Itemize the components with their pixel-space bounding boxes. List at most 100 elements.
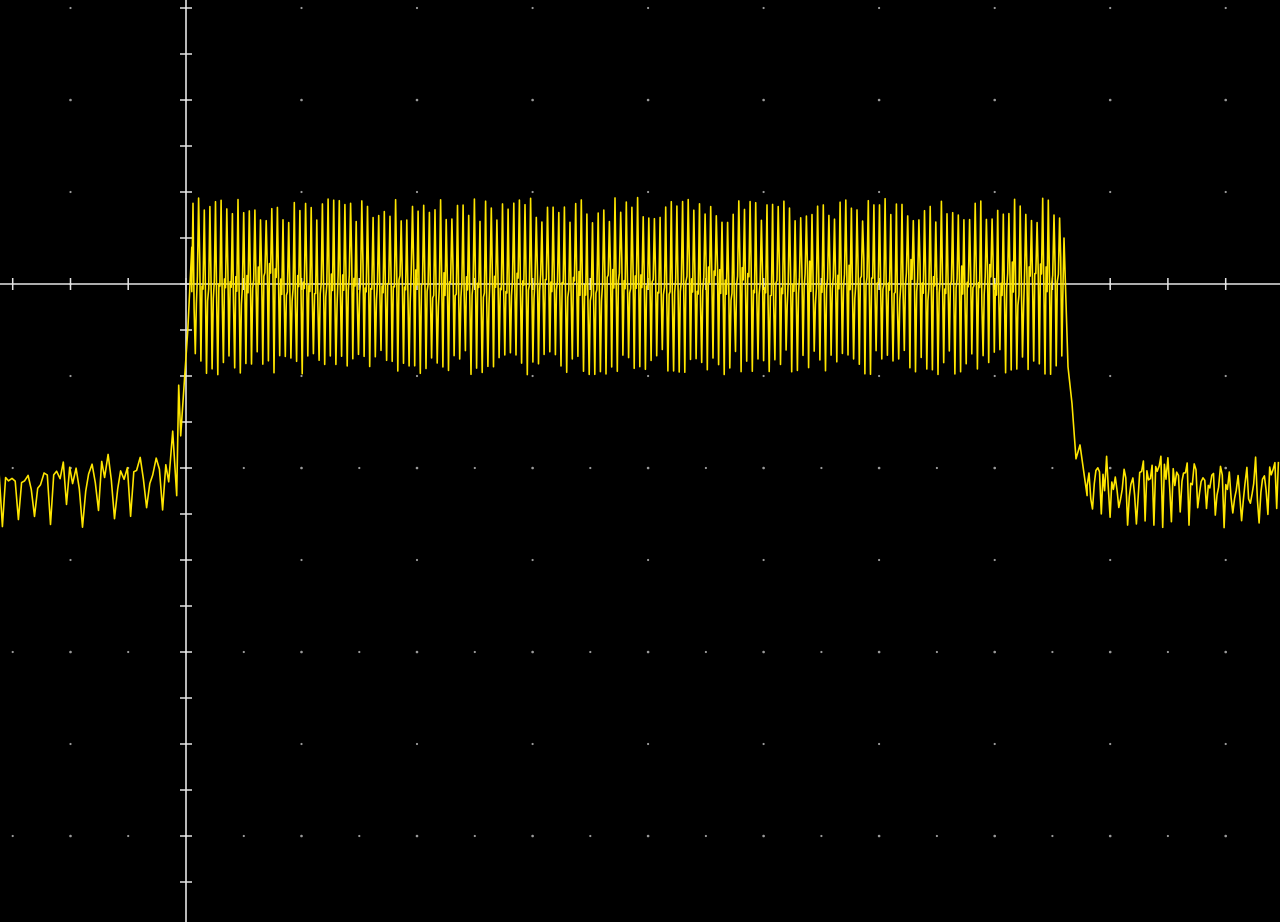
grid-dot xyxy=(820,650,823,654)
grid-dot xyxy=(647,190,650,194)
grid-dot xyxy=(242,834,245,838)
grid-dot xyxy=(878,374,881,378)
grid-dot xyxy=(415,834,419,838)
grid-dot xyxy=(1224,466,1227,470)
grid-dot xyxy=(877,98,881,102)
grid-dot xyxy=(1109,558,1112,562)
grid-dot xyxy=(993,466,996,470)
grid-dot xyxy=(878,466,881,470)
grid-dot xyxy=(473,466,476,470)
grid-dot xyxy=(531,466,534,470)
grid-dot xyxy=(531,98,534,102)
grid-dot xyxy=(127,650,130,654)
grid-dot xyxy=(415,6,419,10)
grid-dot xyxy=(762,742,765,746)
grid-dot xyxy=(762,190,765,194)
grid-dot xyxy=(415,466,419,470)
grid-dot xyxy=(300,742,303,746)
grid-dot xyxy=(300,650,303,654)
grid-dot xyxy=(993,742,996,746)
grid-dot xyxy=(11,650,14,654)
grid-dot xyxy=(242,466,245,470)
grid-dot xyxy=(69,6,72,10)
grid-dot xyxy=(1224,650,1227,654)
grid-dot xyxy=(69,98,72,102)
grid-dot xyxy=(1224,190,1227,194)
grid-dot xyxy=(993,650,996,654)
grid-dot xyxy=(1224,742,1227,746)
grid-dot xyxy=(589,466,592,470)
grid-dot xyxy=(762,466,765,470)
grid-dot xyxy=(415,650,419,654)
grid-dot xyxy=(993,374,996,378)
grid-dot xyxy=(415,374,419,378)
grid-dot xyxy=(473,834,476,838)
grid-dot xyxy=(1109,374,1112,378)
screen-background xyxy=(0,0,1280,922)
grid-dot xyxy=(11,834,14,838)
grid-dot xyxy=(1224,98,1227,102)
grid-dot xyxy=(531,374,534,378)
grid-dot xyxy=(647,466,650,470)
grid-dot xyxy=(1051,834,1054,838)
grid-dot xyxy=(300,834,303,838)
grid-dot xyxy=(646,98,650,102)
grid-dot xyxy=(647,374,650,378)
grid-dot xyxy=(300,6,303,10)
grid-dot xyxy=(704,650,708,654)
grid-dot xyxy=(1224,834,1227,838)
grid-dot xyxy=(69,742,72,746)
grid-dot xyxy=(531,834,534,838)
grid-dot xyxy=(993,190,996,194)
grid-dot xyxy=(935,834,939,838)
grid-dot xyxy=(69,650,72,654)
grid-dot xyxy=(647,6,650,10)
oscilloscope-screen xyxy=(0,0,1280,922)
grid-dot xyxy=(531,650,534,654)
grid-dot xyxy=(878,6,881,10)
grid-dot xyxy=(69,190,72,194)
grid-dot xyxy=(415,190,419,194)
grid-dot xyxy=(647,558,650,562)
grid-dot xyxy=(300,98,303,102)
grid-dot xyxy=(993,6,996,10)
grid-dot xyxy=(69,558,72,562)
grid-dot xyxy=(993,558,996,562)
grid-dot xyxy=(704,466,708,470)
grid-dot xyxy=(935,650,939,654)
grid-dot xyxy=(762,558,765,562)
grid-dot xyxy=(647,834,650,838)
grid-dot xyxy=(762,98,765,102)
grid-dot xyxy=(69,834,72,838)
grid-dot xyxy=(531,558,534,562)
grid-dot xyxy=(704,834,708,838)
grid-dot xyxy=(358,834,361,838)
grid-dot xyxy=(415,98,419,102)
grid-dot xyxy=(1109,6,1112,10)
grid-dot xyxy=(1109,190,1112,194)
grid-dot xyxy=(1166,650,1169,654)
grid-dot xyxy=(242,650,245,654)
grid-dot xyxy=(300,466,303,470)
grid-dot xyxy=(935,466,939,470)
grid-dot xyxy=(647,650,650,654)
grid-dot xyxy=(1224,558,1227,562)
grid-dot xyxy=(127,834,130,838)
grid-dot xyxy=(1224,6,1227,10)
grid-dot xyxy=(11,466,14,470)
grid-dot xyxy=(1166,834,1169,838)
grid-dot xyxy=(878,190,881,194)
grid-dot xyxy=(69,374,72,378)
grid-dot xyxy=(1109,742,1112,746)
grid-dot xyxy=(1109,650,1112,654)
grid-dot xyxy=(1224,374,1227,378)
grid-dot xyxy=(993,98,996,102)
grid-dot xyxy=(358,466,361,470)
grid-dot xyxy=(300,374,303,378)
grid-dot xyxy=(762,374,765,378)
grid-dot xyxy=(531,6,534,10)
grid-dot xyxy=(1109,834,1112,838)
grid-dot xyxy=(820,834,823,838)
grid-dot xyxy=(878,650,881,654)
grid-dot xyxy=(531,190,534,194)
